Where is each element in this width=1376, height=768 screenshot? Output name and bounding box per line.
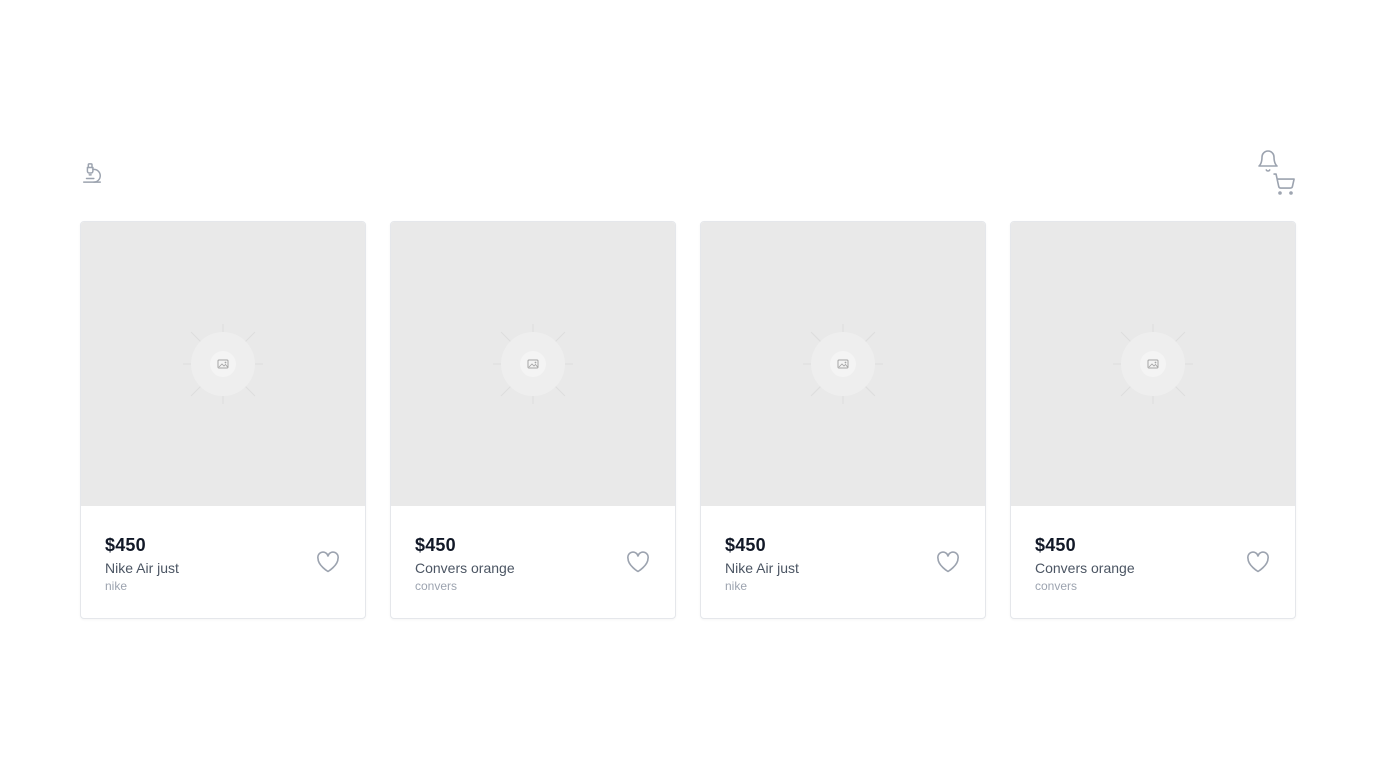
product-brand: nike — [725, 579, 748, 593]
image-placeholder-icon — [803, 324, 883, 404]
product-card[interactable]: $450 Nike Air just nike — [700, 221, 986, 619]
product-brand: nike — [105, 579, 128, 593]
product-brand: convers — [1035, 579, 1078, 593]
bell-icon[interactable] — [1256, 148, 1280, 174]
product-image[interactable] — [81, 222, 365, 506]
heart-icon[interactable] — [625, 550, 651, 574]
product-price: $450 — [1035, 535, 1076, 555]
product-info: $450 Convers orange convers — [391, 506, 675, 618]
product-image[interactable] — [391, 222, 675, 506]
microscope-icon[interactable] — [80, 160, 104, 186]
product-name[interactable]: Convers orange — [415, 559, 651, 577]
product-card[interactable]: $450 Convers orange convers — [1010, 221, 1296, 619]
product-name[interactable]: Nike Air just — [725, 559, 961, 577]
top-header — [80, 145, 1296, 201]
cart-icon[interactable] — [1272, 172, 1296, 196]
product-info: $450 Convers orange convers — [1011, 506, 1295, 618]
product-price: $450 — [415, 535, 456, 555]
product-card[interactable]: $450 Convers orange convers — [390, 221, 676, 619]
image-placeholder-icon — [183, 324, 263, 404]
image-placeholder-icon — [1113, 324, 1193, 404]
product-card[interactable]: $450 Nike Air just nike — [80, 221, 366, 619]
product-name[interactable]: Convers orange — [1035, 559, 1271, 577]
heart-icon[interactable] — [315, 550, 341, 574]
product-image[interactable] — [1011, 222, 1295, 506]
heart-icon[interactable] — [935, 550, 961, 574]
product-image[interactable] — [701, 222, 985, 506]
image-placeholder-icon — [493, 324, 573, 404]
product-name[interactable]: Nike Air just — [105, 559, 341, 577]
product-price: $450 — [105, 535, 146, 555]
heart-icon[interactable] — [1245, 550, 1271, 574]
product-info: $450 Nike Air just nike — [81, 506, 365, 618]
product-brand: convers — [415, 579, 458, 593]
product-price: $450 — [725, 535, 766, 555]
product-info: $450 Nike Air just nike — [701, 506, 985, 618]
product-grid: $450 Nike Air just nike $450 Convers ora… — [80, 221, 1296, 619]
